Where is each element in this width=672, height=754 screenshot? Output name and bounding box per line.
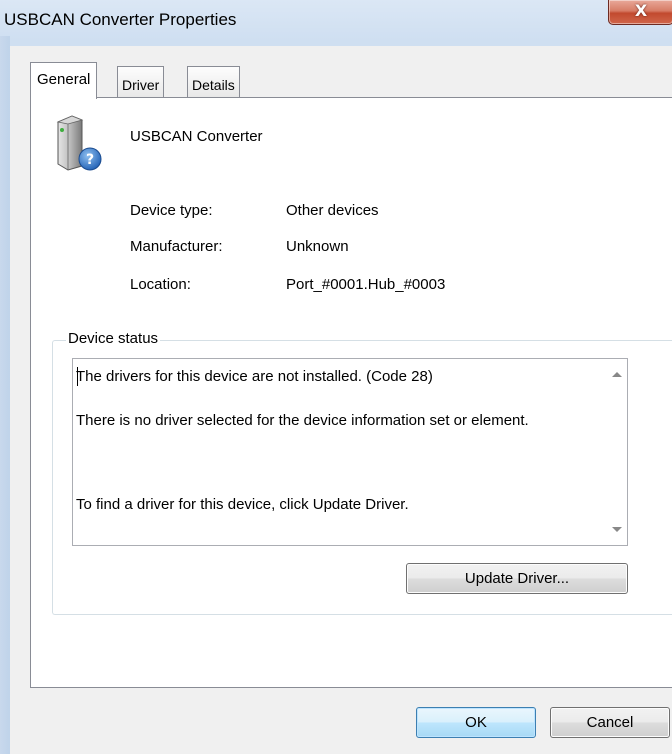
- status-scrollbar[interactable]: [607, 359, 627, 545]
- device-status-textbox[interactable]: The drivers for this device are not inst…: [72, 358, 628, 546]
- tab-details-label: Details: [192, 77, 235, 93]
- device-type-label: Device type:: [130, 202, 213, 219]
- tab-details[interactable]: Details: [187, 66, 240, 97]
- unknown-device-icon: ?: [56, 115, 102, 171]
- tab-driver-label: Driver: [122, 77, 160, 93]
- status-line-3: To find a driver for this device, click …: [76, 496, 409, 513]
- tab-general-label: General: [37, 71, 91, 88]
- manufacturer-value: Unknown: [286, 238, 349, 255]
- device-status-label: Device status: [66, 330, 161, 347]
- close-button[interactable]: X: [608, 0, 672, 25]
- location-label: Location:: [130, 276, 191, 293]
- svg-text:?: ?: [86, 152, 94, 168]
- close-icon: X: [634, 1, 648, 20]
- status-line-2: There is no driver selected for the devi…: [76, 412, 529, 429]
- properties-window: USBCAN Converter Properties X General Dr…: [0, 0, 672, 754]
- tab-general[interactable]: General: [30, 62, 98, 99]
- update-driver-button[interactable]: Update Driver...: [406, 563, 628, 594]
- window-title: USBCAN Converter Properties: [4, 10, 237, 29]
- device-name: USBCAN Converter: [130, 128, 263, 145]
- scroll-up-arrow-icon[interactable]: [612, 372, 622, 377]
- tab-driver[interactable]: Driver: [117, 66, 165, 97]
- ok-button[interactable]: OK: [416, 707, 536, 738]
- device-type-value: Other devices: [286, 202, 379, 219]
- location-value: Port_#0001.Hub_#0003: [286, 276, 446, 293]
- manufacturer-label: Manufacturer:: [130, 238, 223, 255]
- scroll-down-arrow-icon[interactable]: [612, 527, 622, 532]
- status-line-1: The drivers for this device are not inst…: [76, 368, 433, 385]
- window-frame-left: [0, 36, 10, 754]
- cancel-button[interactable]: Cancel: [550, 707, 670, 738]
